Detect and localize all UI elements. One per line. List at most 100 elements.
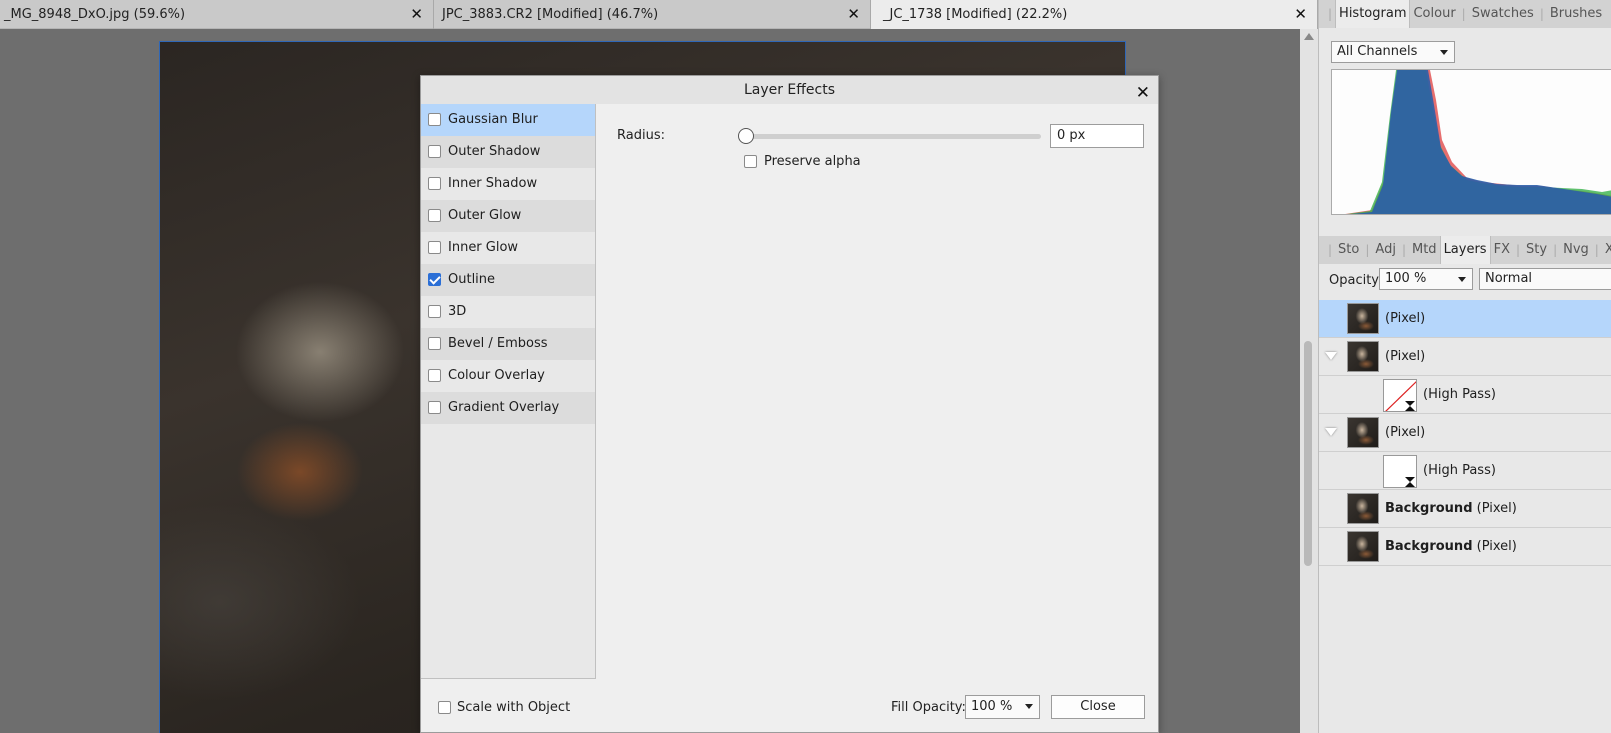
fill-opacity-value: 100 % [971,699,1013,714]
channel-select[interactable]: All Channels [1331,41,1455,63]
chevron-down-icon [1440,50,1448,55]
tab-separator: | [1515,243,1521,257]
layer-name: (High Pass) [1423,463,1496,478]
effect-gradient-overlay[interactable]: Gradient Overlay [421,392,595,424]
layer-row-high-pass[interactable]: (High Pass) [1319,376,1611,414]
layer-thumbnail [1347,417,1379,448]
effect-label: Gaussian Blur [448,112,538,127]
effect-checkbox[interactable] [428,273,441,286]
close-icon[interactable]: ✕ [410,5,423,23]
tab-separator: | [1328,7,1333,21]
tab-separator: | [1401,243,1406,257]
dialog-titlebar[interactable]: Layer Effects ✕ [421,76,1158,104]
document-tab-mg-8948[interactable]: _MG_8948_DxO.jpg (59.6%) ✕ [0,0,434,29]
document-tab-bar: _MG_8948_DxO.jpg (59.6%) ✕ JPC_3883.CR2 … [0,0,1318,29]
effect-checkbox[interactable] [428,145,441,158]
layer-thumbnail [1347,341,1379,372]
tab-navigator[interactable]: Nvg [1560,236,1592,264]
effect-inner-glow[interactable]: Inner Glow [421,232,595,264]
tab-fx[interactable]: FX [1491,236,1513,264]
effect-bevel-emboss[interactable]: Bevel / Emboss [421,328,595,360]
effect-checkbox[interactable] [428,401,441,414]
layer-row-background[interactable]: Background (Pixel) [1319,490,1611,528]
tab-transform[interactable]: Xfm [1602,236,1611,264]
layer-row-pixel[interactable]: (Pixel) [1319,414,1611,452]
close-icon[interactable]: ✕ [1294,5,1307,23]
scale-with-object-checkbox[interactable] [438,701,451,714]
layer-row-background[interactable]: Background (Pixel) [1319,528,1611,566]
effect-label: Outer Shadow [448,144,541,159]
fill-opacity-label: Fill Opacity: [891,700,966,715]
channel-select-value: All Channels [1337,44,1418,59]
layer-name: (High Pass) [1423,387,1496,402]
close-icon[interactable]: ✕ [847,5,860,23]
tab-metadata[interactable]: Mtd [1409,236,1440,264]
document-tab-title: _JC_1738 [Modified] (22.2%) [883,7,1068,22]
tab-colour[interactable]: Colour [1410,0,1458,28]
scrollbar-thumb[interactable] [1304,341,1312,566]
tab-histogram[interactable]: Histogram [1335,0,1411,28]
effect-outer-glow[interactable]: Outer Glow [421,200,595,232]
expand-triangle-icon[interactable] [1325,428,1337,436]
effect-checkbox[interactable] [428,209,441,222]
high-pass-filter-icon [1405,477,1415,487]
expand-triangle-icon[interactable] [1325,352,1337,360]
document-tab-jpc-3883[interactable]: JPC_3883.CR2 [Modified] (46.7%) ✕ [434,0,871,29]
opacity-label: Opacity: [1329,273,1383,288]
effect-checkbox[interactable] [428,305,441,318]
effect-gaussian-blur[interactable]: Gaussian Blur [421,104,595,136]
opacity-select[interactable]: 100 % [1379,268,1473,290]
effect-label: Bevel / Emboss [448,336,548,351]
radius-input[interactable]: 0 px [1050,124,1144,148]
tab-brushes[interactable]: Brushes [1547,0,1605,28]
effect-outline[interactable]: Outline [421,264,595,296]
tab-adjustments[interactable]: Adj [1372,236,1399,264]
radius-slider-handle[interactable] [738,128,754,144]
tab-separator: | [1594,243,1599,257]
vertical-scrollbar[interactable] [1300,29,1318,733]
filter-thumbnail [1383,379,1417,412]
close-icon[interactable]: ✕ [1136,79,1150,107]
layer-name: Background (Pixel) [1385,539,1517,554]
layer-row-pixel[interactable]: (Pixel) [1319,300,1611,338]
effect-checkbox[interactable] [428,113,441,126]
effect-label: Outer Glow [448,208,522,223]
effect-outer-shadow[interactable]: Outer Shadow [421,136,595,168]
effect-checkbox[interactable] [428,241,441,254]
layer-name: (Pixel) [1385,425,1426,440]
tab-styles[interactable]: Sty [1523,236,1550,264]
fill-opacity-select[interactable]: 100 % [965,695,1040,719]
effect-3d[interactable]: 3D [421,296,595,328]
document-tab-title: JPC_3883.CR2 [Modified] (46.7%) [442,7,659,22]
effect-label: Colour Overlay [448,368,545,383]
tab-swatches[interactable]: Swatches [1469,0,1537,28]
effect-checkbox[interactable] [428,337,441,350]
blend-mode-select[interactable]: Normal [1479,268,1611,290]
chevron-down-icon [1025,704,1033,709]
layer-row-pixel[interactable]: (Pixel) [1319,338,1611,376]
layer-thumbnail [1347,531,1379,562]
tab-layers[interactable]: Layers [1439,236,1491,264]
layer-thumbnail [1347,493,1379,524]
close-button[interactable]: Close [1051,695,1145,719]
high-pass-filter-icon [1385,381,1416,411]
effect-checkbox[interactable] [428,177,441,190]
preserve-alpha-checkbox[interactable] [744,155,757,168]
chevron-down-icon [1458,277,1466,282]
histogram-panel-tabs: | Histogram Colour | Swatches | Brushes [1319,0,1611,28]
effect-colour-overlay[interactable]: Colour Overlay [421,360,595,392]
effects-list: Gaussian Blur Outer Shadow Inner Shadow … [421,104,596,679]
filter-thumbnail [1383,455,1417,488]
tab-separator: | [1328,243,1333,257]
studio-panel: | Histogram Colour | Swatches | Brushes … [1318,0,1611,733]
tab-stock[interactable]: Sto [1335,236,1362,264]
radius-slider[interactable] [747,134,1041,139]
layer-row-high-pass[interactable]: (High Pass) [1319,452,1611,490]
effect-inner-shadow[interactable]: Inner Shadow [421,168,595,200]
radius-label: Radius: [617,128,665,143]
effect-checkbox[interactable] [428,369,441,382]
scroll-up-icon[interactable] [1304,33,1314,40]
document-tab-jc-1738[interactable]: _JC_1738 [Modified] (22.2%) ✕ [871,0,1318,29]
dialog-title: Layer Effects [743,82,836,98]
histogram-graph [1331,69,1611,215]
